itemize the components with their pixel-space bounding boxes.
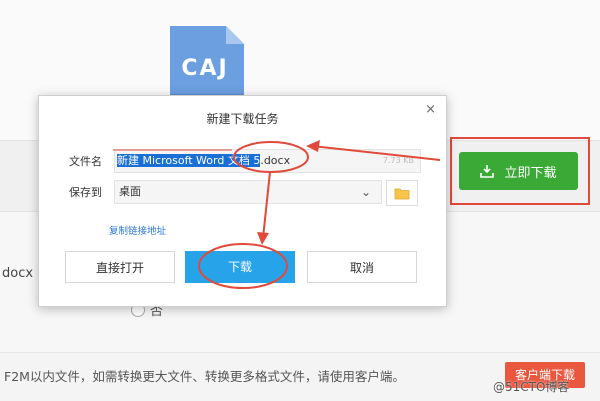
filename-extension: .docx (260, 154, 291, 167)
filename-label: 文件名 (69, 155, 102, 168)
file-size-text: 7.73 KB (382, 156, 414, 165)
background-filename-fragment: docx (2, 266, 34, 281)
browse-folder-button[interactable] (386, 180, 418, 206)
new-download-task-dialog: 新建下载任务 × 文件名 新建 Microsoft Word 文档 5.docx… (38, 95, 447, 307)
chevron-down-icon: ⌄ (360, 185, 371, 199)
save-to-label: 保存到 (69, 186, 102, 199)
copy-link-address[interactable]: 复制链接地址 (109, 223, 166, 237)
download-button[interactable]: 下载 (185, 251, 295, 283)
instant-download-button[interactable]: 立即下载 (459, 152, 578, 190)
filename-selected-text: 新建 Microsoft Word 文档 5 (117, 154, 261, 167)
caj-icon-label: CAJ (181, 56, 229, 81)
open-directly-button[interactable]: 直接打开 (65, 251, 175, 283)
instant-download-label: 立即下载 (504, 165, 557, 181)
cancel-button[interactable]: 取消 (307, 251, 417, 283)
folder-icon (394, 188, 410, 199)
dialog-title: 新建下载任务 (206, 112, 279, 126)
close-icon[interactable]: × (425, 102, 436, 117)
save-location-value: 桌面 (119, 185, 141, 198)
filename-input[interactable]: 新建 Microsoft Word 文档 5.docx 7.73 KB (114, 149, 421, 173)
save-location-select[interactable]: 桌面 ⌄ (114, 180, 382, 204)
caj-document-icon: CAJ (168, 24, 246, 102)
file-size-notice: F2M以内文件，如需转换更大文件、转换更多格式文件，请使用客户端。 (4, 369, 405, 384)
watermark: @51CTO博客 (493, 380, 570, 394)
download-icon (480, 165, 495, 178)
